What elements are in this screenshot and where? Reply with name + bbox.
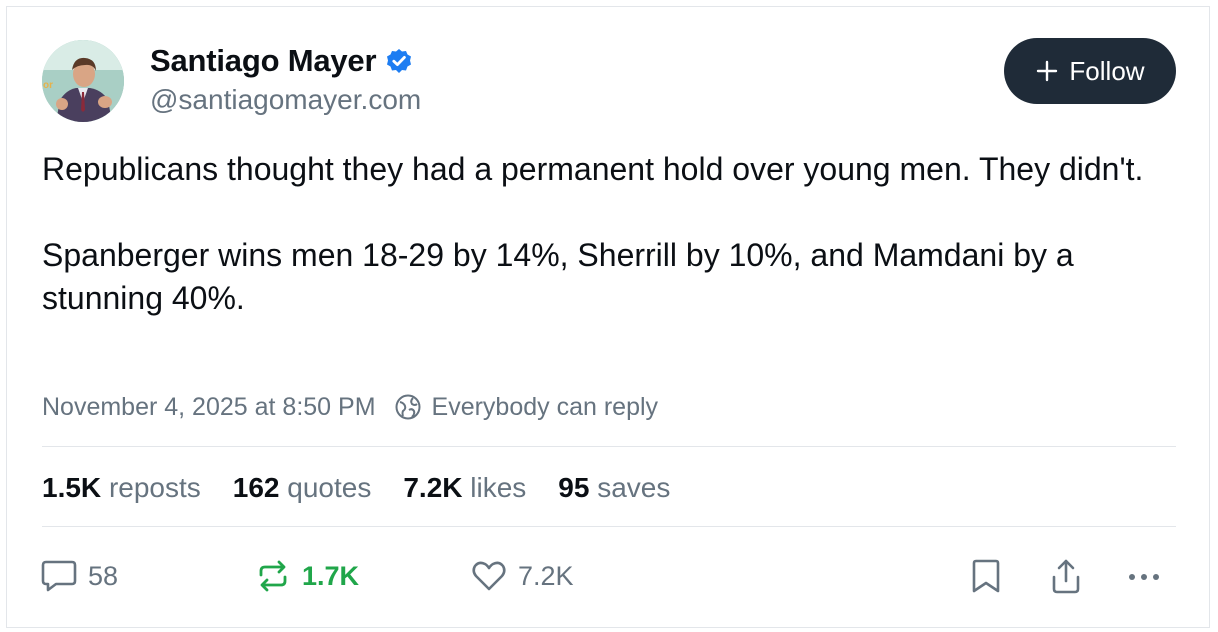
stat-count: 7.2K xyxy=(403,472,463,503)
stat-count: 95 xyxy=(558,472,590,503)
post-paragraph: Spanberger wins men 18-29 by 14%, Sherri… xyxy=(42,237,1074,316)
repost-button[interactable]: 1.7K xyxy=(254,556,359,596)
post-timestamp[interactable]: November 4, 2025 at 8:50 PM xyxy=(42,393,376,422)
avatar[interactable]: or xyxy=(42,40,124,122)
heart-icon xyxy=(472,561,506,591)
plus-icon xyxy=(1037,60,1058,82)
author-name-row: Santiago Mayer xyxy=(150,42,412,80)
avatar-photo-icon: or xyxy=(42,40,124,122)
divider xyxy=(42,446,1176,447)
reply-bubble-icon xyxy=(41,560,77,592)
stat-likes[interactable]: 7.2K likes xyxy=(403,472,526,504)
like-button[interactable]: 7.2K xyxy=(470,556,574,596)
reply-setting-globe-icon xyxy=(395,394,421,420)
bookmark-icon xyxy=(972,559,1000,593)
author-handle[interactable]: @santiagomayer.com xyxy=(150,84,421,116)
stat-reposts[interactable]: 1.5K reposts xyxy=(42,472,201,504)
follow-button-label: Follow xyxy=(1069,55,1145,86)
post-body: Republicans thought they had a permanent… xyxy=(42,148,1182,320)
stat-count: 1.5K xyxy=(42,472,102,503)
repost-count: 1.7K xyxy=(302,560,360,591)
follow-button[interactable]: Follow xyxy=(1004,38,1176,104)
share-icon xyxy=(1052,559,1080,594)
engagement-stats: 1.5K reposts 162 quotes 7.2K likes 95 sa… xyxy=(42,470,702,506)
post-meta: November 4, 2025 at 8:50 PM Everybody ca… xyxy=(42,390,658,424)
stat-count: 162 xyxy=(232,472,280,503)
more-options-button[interactable] xyxy=(1124,556,1164,596)
verified-badge-icon xyxy=(387,49,412,73)
stat-saves[interactable]: 95 saves xyxy=(558,472,670,504)
share-button[interactable] xyxy=(1048,556,1084,596)
stat-label: saves xyxy=(597,472,671,503)
stat-quotes[interactable]: 162 quotes xyxy=(233,472,372,504)
stat-label: likes xyxy=(470,472,527,503)
divider xyxy=(42,526,1176,527)
reply-setting-label: Everybody can reply xyxy=(431,392,659,421)
like-count: 7.2K xyxy=(518,560,574,591)
svg-text:or: or xyxy=(43,80,53,91)
reply-setting: Everybody can reply xyxy=(394,392,659,422)
author-name[interactable]: Santiago Mayer xyxy=(150,43,377,79)
action-bar: 58 1.7K 7.2K xyxy=(40,556,1180,596)
reply-count: 58 xyxy=(88,560,119,591)
stat-label: quotes xyxy=(287,472,372,503)
repost-icon xyxy=(259,560,287,592)
post-paragraph: Republicans thought they had a permanent… xyxy=(42,151,1144,187)
reply-button[interactable]: 58 xyxy=(40,556,118,596)
stat-label: reposts xyxy=(108,472,201,503)
more-dots-icon xyxy=(1129,574,1159,580)
bookmark-button[interactable] xyxy=(968,556,1004,596)
